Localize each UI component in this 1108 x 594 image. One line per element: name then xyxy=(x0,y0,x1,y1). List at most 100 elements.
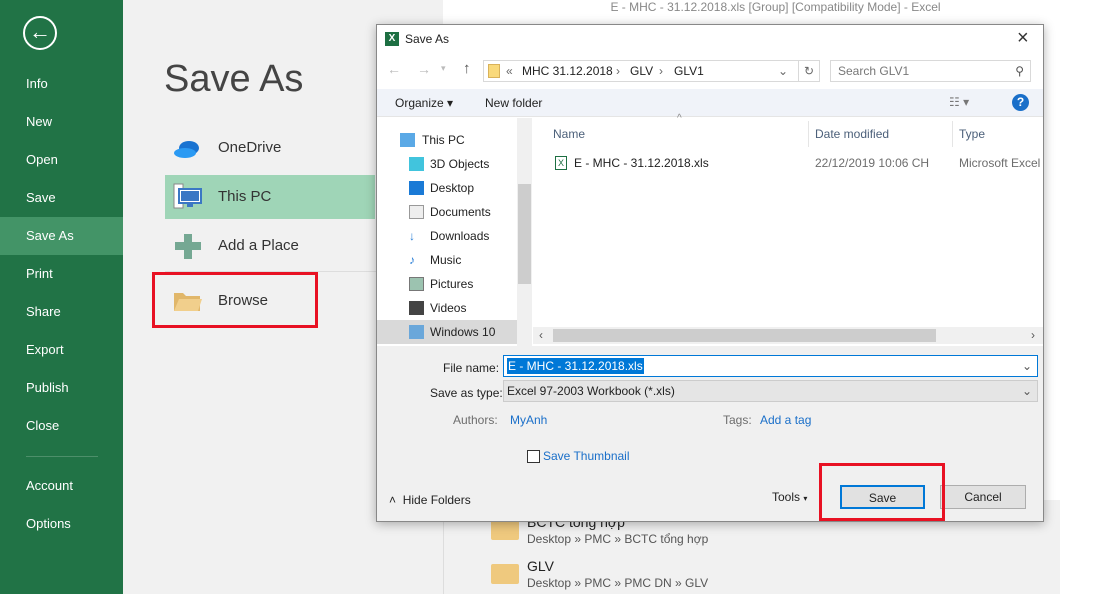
folder-icon xyxy=(491,520,519,540)
scrollbar-thumb[interactable] xyxy=(553,329,936,342)
nav-item-windows-c[interactable]: Windows 10 (C:) xyxy=(377,320,517,363)
file-date: 22/12/2019 10:06 CH xyxy=(815,156,930,170)
dialog-toolbar: Organize ▾ New folder ☷ ▾ ? xyxy=(377,89,1043,117)
nav-scrollbar[interactable] xyxy=(517,118,532,346)
sidebar-item-save-as[interactable]: Save As xyxy=(0,217,123,255)
backstage-sidebar: ← Info New Open Save Save As Print Share… xyxy=(0,0,123,594)
sidebar-item-save[interactable]: Save xyxy=(0,179,123,217)
tools-button[interactable]: Tools ▾ xyxy=(772,490,807,504)
sidebar-item-new[interactable]: New xyxy=(0,103,123,141)
sidebar-item-publish[interactable]: Publish xyxy=(0,369,123,407)
save-type-label: Save as type: xyxy=(430,386,503,400)
horizontal-scrollbar[interactable]: ‹ › xyxy=(533,327,1043,344)
navigation-pane: This PC 3D Objects Desktop Documents ↓ Do… xyxy=(377,118,532,363)
save-thumbnail-checkbox[interactable] xyxy=(527,450,540,463)
hide-folders-button[interactable]: ˄ Hide Folders xyxy=(389,493,471,507)
file-row[interactable]: X E - MHC - 31.12.2018.xls 22/12/2019 10… xyxy=(553,153,1043,173)
sidebar-item-share[interactable]: Share xyxy=(0,293,123,331)
onedrive-cloud-icon xyxy=(174,141,199,158)
file-name-label: File name: xyxy=(443,361,500,375)
save-thumbnail-label[interactable]: Save Thumbnail xyxy=(543,449,630,463)
sidebar-item-close[interactable]: Close xyxy=(0,407,123,445)
sidebar-item-options[interactable]: Options xyxy=(0,505,123,543)
back-nav-icon[interactable]: ← xyxy=(387,61,401,77)
nav-item-videos[interactable]: Videos xyxy=(377,296,517,320)
save-type-select[interactable]: Excel 97-2003 Workbook (*.xls) ⌄ xyxy=(503,380,1038,402)
highlight-save xyxy=(819,463,945,521)
recent-folder-path: Desktop » PMC » BCTC tổng hợp xyxy=(527,532,709,546)
chevron-down-icon: ⌄ xyxy=(1021,359,1032,373)
breadcrumb-overflow[interactable]: « xyxy=(506,61,513,81)
scrollbar-thumb[interactable] xyxy=(518,184,531,284)
file-name: E - MHC - 31.12.2018.xls xyxy=(574,156,709,170)
recent-folder-name[interactable]: GLV xyxy=(527,558,554,574)
cancel-button[interactable]: Cancel xyxy=(940,485,1026,509)
breadcrumb-item[interactable]: GLV xyxy=(630,61,653,81)
folder-icon xyxy=(491,564,519,584)
sidebar-item-info[interactable]: Info xyxy=(0,65,123,103)
dialog-title: Save As xyxy=(405,32,450,46)
authors-label: Authors: xyxy=(453,413,498,427)
view-options-icon[interactable]: ☷ ▾ xyxy=(949,95,969,109)
desktop-icon xyxy=(409,181,424,195)
dialog-titlebar: X Save As × xyxy=(377,25,1043,53)
close-icon[interactable]: × xyxy=(1017,27,1029,50)
column-header-type[interactable]: Type xyxy=(959,121,1043,147)
nav-item-pictures[interactable]: Pictures xyxy=(377,272,517,296)
nav-item-this-pc[interactable]: This PC xyxy=(377,128,517,152)
forward-nav-icon[interactable]: → xyxy=(417,61,431,77)
pictures-icon xyxy=(409,277,424,291)
sidebar-divider xyxy=(26,456,98,457)
nav-item-3d-objects[interactable]: 3D Objects xyxy=(377,152,517,176)
organize-button[interactable]: Organize ▾ xyxy=(395,96,453,110)
plus-icon xyxy=(175,234,201,259)
location-onedrive[interactable]: OneDrive xyxy=(165,126,375,170)
drive-icon xyxy=(409,325,424,339)
file-type: Microsoft Excel xyxy=(959,156,1041,170)
recent-folder-path: Desktop » PMC » PMC DN » GLV xyxy=(527,576,709,590)
file-name-input[interactable]: E - MHC - 31.12.2018.xls ⌄ xyxy=(503,355,1038,377)
location-label: OneDrive xyxy=(218,139,282,156)
sidebar-item-print[interactable]: Print xyxy=(0,255,123,293)
documents-icon xyxy=(409,205,424,219)
download-arrow-icon: ↓ xyxy=(409,229,415,243)
nav-item-desktop[interactable]: Desktop xyxy=(377,176,517,200)
sidebar-item-open[interactable]: Open xyxy=(0,141,123,179)
music-note-icon: ♪ xyxy=(409,253,415,267)
refresh-icon[interactable]: ↻ xyxy=(798,60,820,82)
location-label: Add a Place xyxy=(218,237,299,254)
videos-icon xyxy=(409,301,424,315)
highlight-browse xyxy=(152,272,318,328)
chevron-down-icon[interactable]: ⌄ xyxy=(778,61,788,81)
window-title: E - MHC - 31.12.2018.xls [Group] [Compat… xyxy=(610,0,941,14)
search-input[interactable]: Search GLV1 ⚲ xyxy=(830,60,1031,82)
tags-label: Tags: xyxy=(723,413,752,427)
column-header-name[interactable]: Name xyxy=(553,121,809,147)
page-title: Save As xyxy=(164,58,304,100)
breadcrumb-item[interactable]: MHC 31.12.2018 xyxy=(522,61,613,81)
folder-icon xyxy=(488,64,500,78)
sidebar-item-account[interactable]: Account xyxy=(0,467,123,505)
new-folder-button[interactable]: New folder xyxy=(485,96,542,110)
help-icon[interactable]: ? xyxy=(1012,94,1029,111)
up-arrow-icon[interactable]: ↑ xyxy=(463,60,471,77)
address-bar[interactable]: « MHC 31.12.2018 › GLV › GLV1 ⌄ xyxy=(483,60,799,82)
nav-item-music[interactable]: ♪ Music xyxy=(377,248,517,272)
chevron-up-icon: ˄ xyxy=(389,493,397,507)
tags-input[interactable]: Add a tag xyxy=(760,413,811,427)
column-header-date[interactable]: Date modified xyxy=(815,121,953,147)
sidebar-item-export[interactable]: Export xyxy=(0,331,123,369)
excel-icon: X xyxy=(385,32,399,46)
location-label: This PC xyxy=(218,188,272,205)
nav-item-downloads[interactable]: ↓ Downloads xyxy=(377,224,517,248)
excel-file-icon: X xyxy=(555,156,567,170)
save-as-dialog: X Save As × ← → ▾ ↑ « MHC 31.12.2018 › G… xyxy=(376,24,1044,522)
nav-item-documents[interactable]: Documents xyxy=(377,200,517,224)
authors-value[interactable]: MyAnh xyxy=(510,413,547,427)
breadcrumb-item[interactable]: GLV1 xyxy=(674,61,704,81)
recent-chevron-icon[interactable]: ▾ xyxy=(441,63,446,74)
location-this-pc[interactable]: This PC xyxy=(165,175,375,219)
location-add-a-place[interactable]: Add a Place xyxy=(165,224,375,268)
back-arrow-icon[interactable]: ← xyxy=(23,16,57,50)
search-icon: ⚲ xyxy=(1015,64,1024,78)
